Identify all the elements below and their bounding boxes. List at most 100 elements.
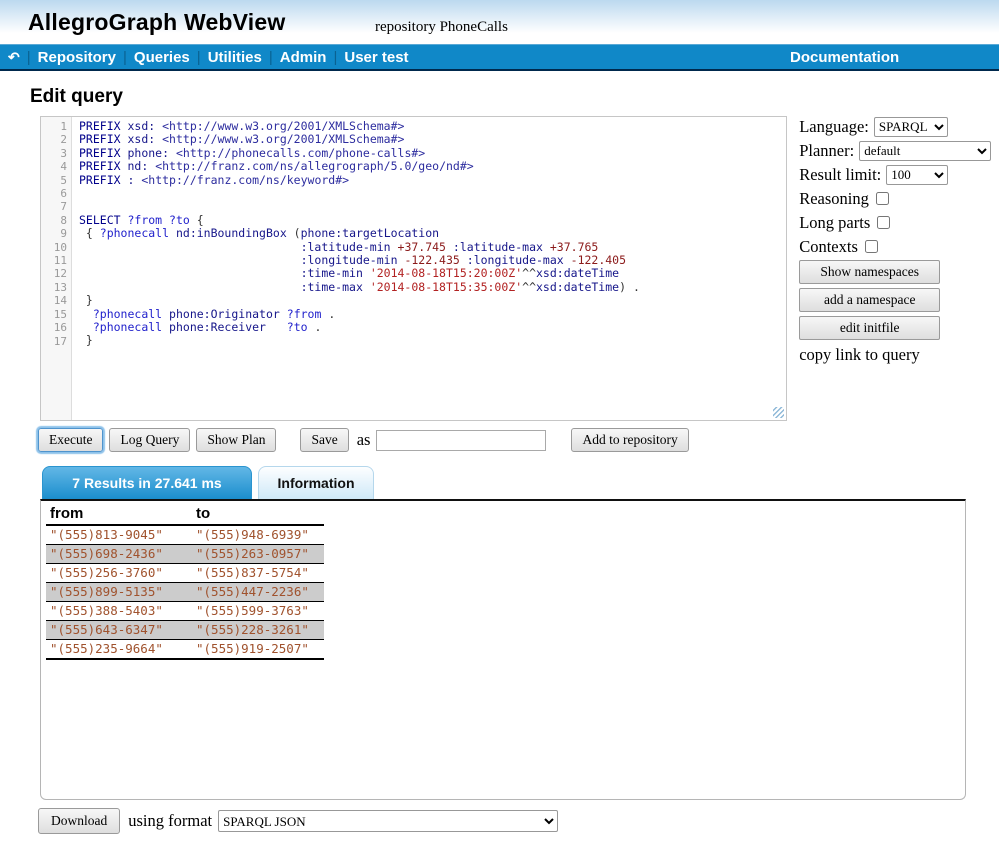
editor-row: 1234567891011121314151617 PREFIX xsd: <h… — [40, 116, 999, 421]
page-header: AllegroGraph WebView repository PhoneCal… — [0, 0, 999, 44]
tab-information[interactable]: Information — [258, 466, 374, 499]
app-title: AllegroGraph WebView — [28, 9, 285, 36]
line-numbers: 1234567891011121314151617 — [41, 117, 72, 420]
nav-separator: | — [333, 49, 337, 66]
line-number: 10 — [41, 241, 67, 254]
table-cell: "(555)698-2436" — [46, 545, 192, 564]
line-number: 11 — [41, 254, 67, 267]
log-query-button[interactable]: Log Query — [109, 428, 190, 452]
editor-resize-handle[interactable] — [773, 407, 784, 418]
table-row: "(555)256-3760""(555)837-5754" — [46, 564, 324, 583]
table-row: "(555)643-6347""(555)228-3261" — [46, 621, 324, 640]
save-button[interactable]: Save — [300, 428, 348, 452]
results-panel: from to "(555)813-9045""(555)948-6939""(… — [40, 499, 966, 800]
table-row: "(555)813-9045""(555)948-6939" — [46, 525, 324, 545]
results-tbody: "(555)813-9045""(555)948-6939""(555)698-… — [46, 525, 324, 659]
tab-results[interactable]: 7 Results in 27.641 ms — [42, 466, 252, 499]
code-line: :time-max '2014-08-18T15:35:00Z'^^xsd:da… — [79, 281, 784, 294]
back-arrow-icon[interactable]: ↶ — [8, 49, 20, 66]
nav-item-utilities[interactable]: Utilities — [208, 49, 262, 66]
line-number: 13 — [41, 281, 67, 294]
nav-item-admin[interactable]: Admin — [280, 49, 327, 66]
results-tab-bar: 7 Results in 27.641 ms Information — [42, 466, 999, 499]
contexts-checkbox[interactable] — [865, 240, 878, 253]
show-plan-button[interactable]: Show Plan — [196, 428, 276, 452]
long-parts-label: Long parts — [799, 213, 870, 233]
planner-select[interactable]: default — [859, 141, 991, 161]
nav-item-repository[interactable]: Repository — [38, 49, 116, 66]
line-number: 1 — [41, 120, 67, 133]
add-to-repository-button[interactable]: Add to repository — [571, 428, 688, 452]
code-line: { ?phonecall nd:inBoundingBox (phone:tar… — [79, 227, 784, 240]
language-label: Language: — [799, 117, 869, 137]
table-cell: "(555)837-5754" — [192, 564, 324, 583]
line-number: 17 — [41, 335, 67, 348]
line-number: 6 — [41, 187, 67, 200]
query-options-sidebar: Language: SPARQL Planner: default Result… — [799, 116, 999, 421]
result-limit-label: Result limit: — [799, 165, 881, 185]
results-table: from to "(555)813-9045""(555)948-6939""(… — [46, 504, 324, 660]
table-cell: "(555)948-6939" — [192, 525, 324, 545]
line-number: 7 — [41, 200, 67, 213]
add-namespace-button[interactable]: add a namespace — [799, 288, 940, 312]
reasoning-checkbox[interactable] — [876, 192, 889, 205]
table-cell: "(555)263-0957" — [192, 545, 324, 564]
nav-item-user-test[interactable]: User test — [344, 49, 408, 66]
line-number: 8 — [41, 214, 67, 227]
code-line — [79, 187, 784, 200]
save-name-input[interactable] — [376, 430, 546, 451]
contexts-label: Contexts — [799, 237, 858, 257]
action-bar: Execute Log Query Show Plan Save as Add … — [38, 428, 999, 452]
table-cell: "(555)599-3763" — [192, 602, 324, 621]
execute-button[interactable]: Execute — [38, 428, 103, 452]
contexts-row: Contexts — [799, 236, 999, 257]
code-line: } — [79, 334, 784, 347]
language-row: Language: SPARQL — [799, 116, 999, 137]
code-line: PREFIX xsd: <http://www.w3.org/2001/XMLS… — [79, 133, 784, 146]
code-line: :latitude-min +37.745 :latitude-max +37.… — [79, 241, 784, 254]
download-button[interactable]: Download — [38, 808, 120, 834]
line-number: 9 — [41, 227, 67, 240]
header-row: from to — [46, 504, 324, 525]
table-cell: "(555)447-2236" — [192, 583, 324, 602]
nav-separator: | — [123, 49, 127, 66]
table-cell: "(555)228-3261" — [192, 621, 324, 640]
page-title: Edit query — [30, 86, 999, 108]
table-row: "(555)235-9664""(555)919-2507" — [46, 640, 324, 660]
code-line: ?phonecall phone:Receiver ?to . — [79, 321, 784, 334]
result-limit-row: Result limit: 100 — [799, 164, 999, 185]
show-namespaces-button[interactable]: Show namespaces — [799, 260, 940, 284]
table-row: "(555)698-2436""(555)263-0957" — [46, 545, 324, 564]
format-select[interactable]: SPARQL JSON — [218, 810, 558, 832]
code-line: :time-min '2014-08-18T15:20:00Z'^^xsd:da… — [79, 267, 784, 280]
code-line — [79, 200, 784, 213]
line-number: 12 — [41, 267, 67, 280]
code-line: :longitude-min -122.435 :longitude-max -… — [79, 254, 784, 267]
nav-item-documentation[interactable]: Documentation — [790, 49, 899, 66]
edit-initfile-button[interactable]: edit initfile — [799, 316, 940, 340]
repository-label: repository PhoneCalls — [375, 19, 508, 36]
line-number: 4 — [41, 160, 67, 173]
code-lines[interactable]: PREFIX xsd: <http://www.w3.org/2001/XMLS… — [73, 117, 786, 420]
save-as-label: as — [357, 430, 371, 450]
code-line: ?phonecall phone:Originator ?from . — [79, 308, 784, 321]
nav-item-queries[interactable]: Queries — [134, 49, 190, 66]
reasoning-label: Reasoning — [799, 189, 869, 209]
column-header-from: from — [46, 504, 192, 525]
result-limit-select[interactable]: 100 — [886, 165, 948, 185]
line-number: 14 — [41, 294, 67, 307]
code-line: PREFIX xsd: <http://www.w3.org/2001/XMLS… — [79, 120, 784, 133]
query-editor[interactable]: 1234567891011121314151617 PREFIX xsd: <h… — [40, 116, 787, 421]
nav-separator: | — [27, 49, 31, 66]
long-parts-checkbox[interactable] — [877, 216, 890, 229]
line-number: 2 — [41, 133, 67, 146]
long-parts-row: Long parts — [799, 212, 999, 233]
language-select[interactable]: SPARQL — [874, 117, 948, 137]
copy-link-to-query[interactable]: copy link to query — [799, 345, 999, 365]
code-line: PREFIX : <http://franz.com/ns/keyword#> — [79, 174, 784, 187]
line-number: 5 — [41, 174, 67, 187]
column-header-to: to — [192, 504, 324, 525]
planner-label: Planner: — [799, 141, 854, 161]
line-number: 15 — [41, 308, 67, 321]
table-cell: "(555)235-9664" — [46, 640, 192, 660]
